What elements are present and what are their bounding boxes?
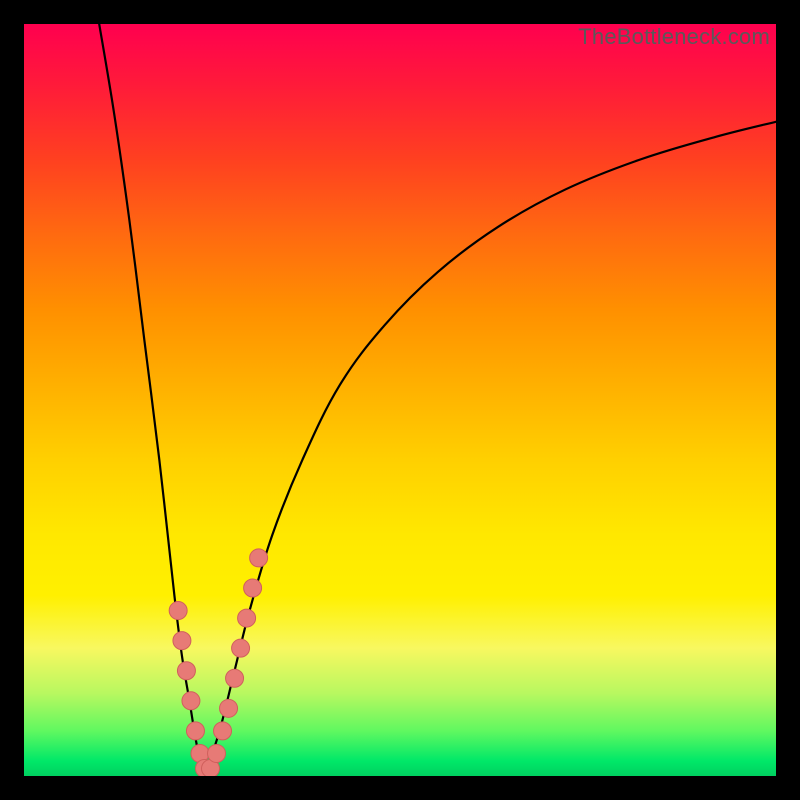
data-marker xyxy=(208,744,226,762)
marker-group xyxy=(169,549,267,776)
chart-frame: TheBottleneck.com xyxy=(0,0,800,800)
data-marker xyxy=(186,722,204,740)
curve-right_branch xyxy=(204,122,776,776)
data-marker xyxy=(182,692,200,710)
data-marker xyxy=(173,632,191,650)
data-marker xyxy=(232,639,250,657)
curve-group xyxy=(99,24,776,776)
data-marker xyxy=(220,699,238,717)
data-marker xyxy=(214,722,232,740)
chart-svg xyxy=(24,24,776,776)
data-marker xyxy=(238,609,256,627)
chart-plot-area: TheBottleneck.com xyxy=(24,24,776,776)
data-marker xyxy=(250,549,268,567)
data-marker xyxy=(169,602,187,620)
data-marker xyxy=(226,669,244,687)
data-marker xyxy=(244,579,262,597)
data-marker xyxy=(177,662,195,680)
